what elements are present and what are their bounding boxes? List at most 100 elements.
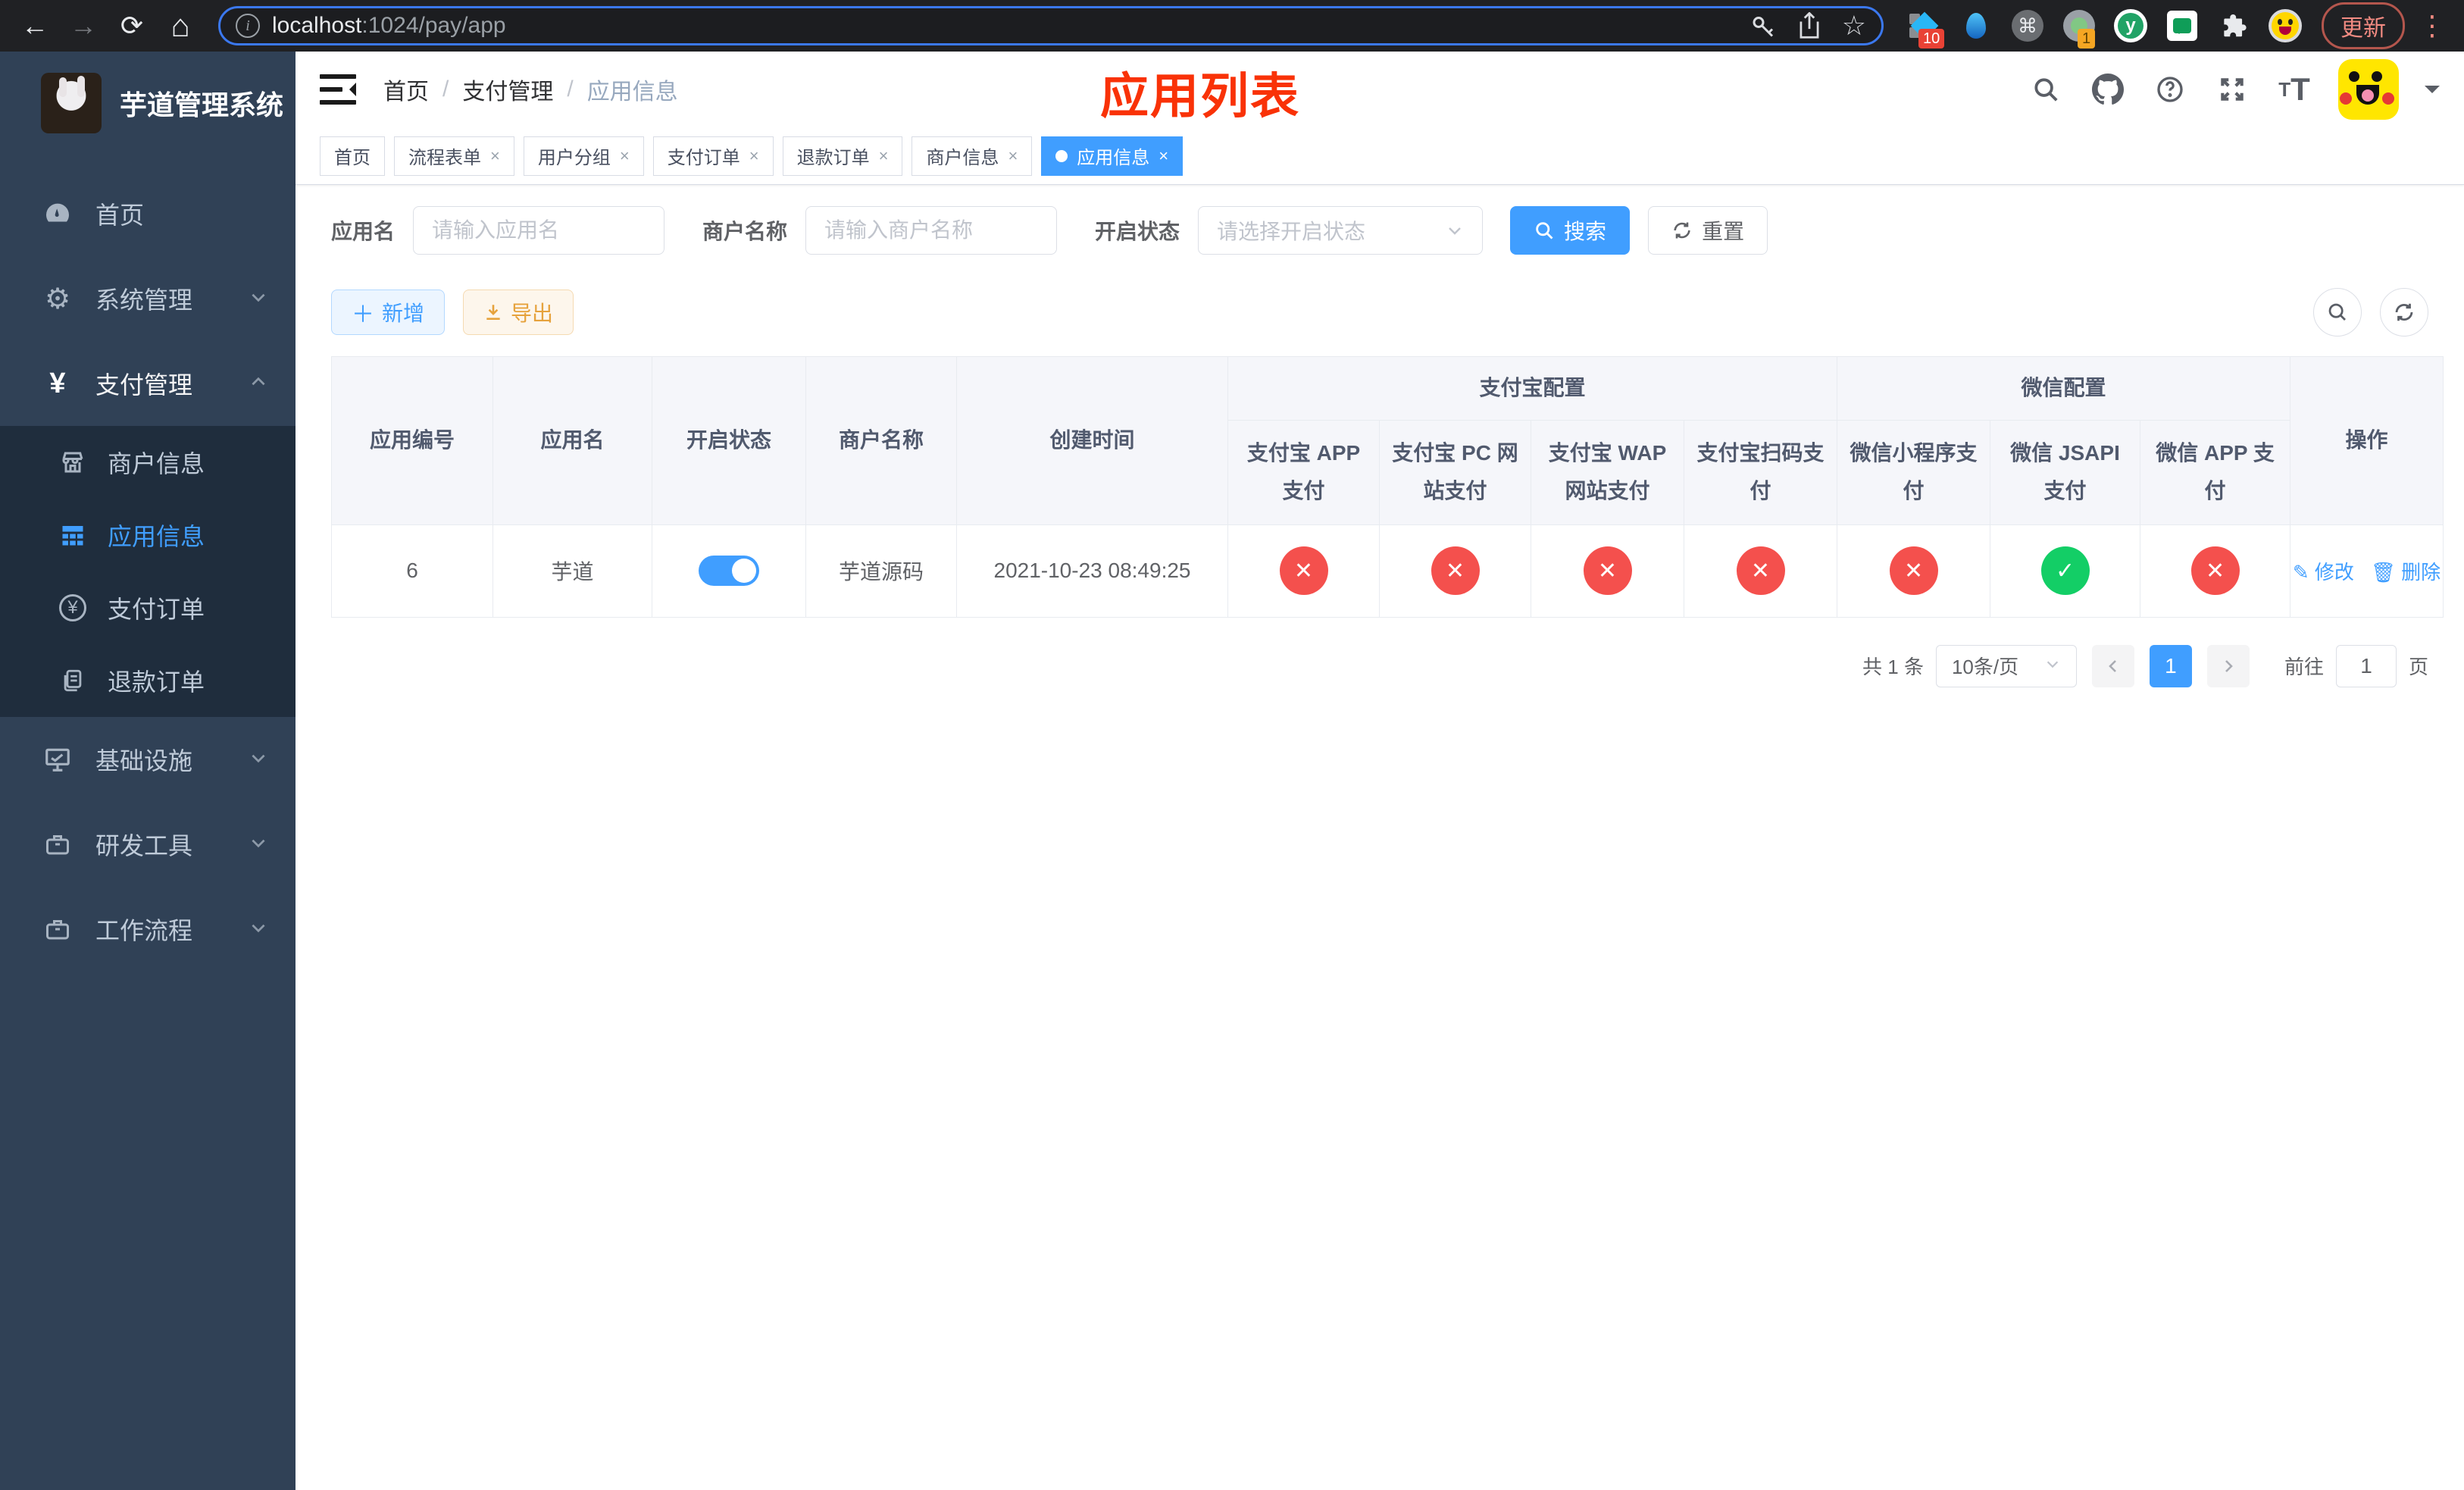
tag-app-info[interactable]: 应用信息 ×: [1041, 136, 1184, 176]
toggle-search-button[interactable]: [2313, 288, 2362, 337]
extension-y-icon[interactable]: y: [2114, 9, 2147, 42]
browser-update-button[interactable]: 更新: [2322, 2, 2405, 49]
sidebar-item-system[interactable]: ⚙ 系统管理: [0, 256, 295, 341]
status-cross-icon: ✕: [1431, 546, 1480, 596]
status-check-icon: ✓: [2040, 546, 2090, 596]
col-header-wx-app: 微信 APP 支付: [2140, 420, 2291, 525]
extension-pin-badge: 10: [1918, 29, 1945, 49]
cell-app-id: 6: [331, 524, 493, 618]
github-icon[interactable]: [2090, 71, 2126, 108]
browser-forward-icon[interactable]: →: [62, 5, 105, 47]
col-header-created: 创建时间: [956, 356, 1228, 525]
sidebar-item-payment[interactable]: ¥ 支付管理: [0, 341, 295, 426]
bookmark-star-icon[interactable]: ☆: [1842, 10, 1866, 42]
password-key-icon[interactable]: [1750, 12, 1777, 39]
extension-emoji-icon[interactable]: [2269, 9, 2302, 42]
close-icon[interactable]: ×: [879, 146, 889, 166]
close-icon[interactable]: ×: [749, 146, 759, 166]
search-button[interactable]: 搜索: [1510, 206, 1631, 255]
sidebar-item-workflow[interactable]: 工作流程: [0, 887, 295, 972]
browser-back-icon[interactable]: ←: [14, 5, 56, 47]
reset-button[interactable]: 重置: [1648, 206, 1768, 255]
export-button[interactable]: 导出: [463, 290, 574, 335]
search-form: 应用名 商户名称 开启状态 请选择开启状态 搜索 重置: [331, 206, 2428, 255]
browser-menu-icon[interactable]: ⋮: [2419, 10, 2446, 42]
font-size-icon[interactable]: TT: [2276, 71, 2312, 108]
chevron-down-icon: [249, 746, 268, 774]
col-header-alipay-qr: 支付宝扫码支付: [1683, 420, 1838, 525]
col-header-app-id: 应用编号: [331, 356, 493, 525]
breadcrumb-payment[interactable]: 支付管理: [462, 73, 553, 106]
yen-circle-icon: ¥: [58, 593, 88, 623]
close-icon[interactable]: ×: [620, 146, 630, 166]
prev-page-button[interactable]: [2091, 644, 2134, 687]
url-host: localhost: [272, 13, 362, 38]
tag-refund-orders[interactable]: 退款订单 ×: [782, 136, 903, 176]
avatar[interactable]: [2338, 59, 2399, 120]
tag-home[interactable]: 首页: [320, 136, 385, 176]
page-number-button[interactable]: 1: [2149, 644, 2192, 687]
chevron-down-icon: [249, 285, 268, 313]
edit-link[interactable]: ✎ 修改: [2293, 557, 2354, 585]
chevron-down-icon: [249, 916, 268, 944]
sidebar-item-label: 支付订单: [108, 596, 205, 623]
cell-app-name: 芋道: [492, 524, 652, 618]
app-name-input[interactable]: [413, 206, 665, 255]
share-icon[interactable]: [1796, 12, 1822, 39]
sidebar-item-infrastructure[interactable]: 基础设施: [0, 717, 295, 802]
storefront-icon: [58, 447, 88, 477]
help-icon[interactable]: [2152, 71, 2188, 108]
sidebar-collapse-icon[interactable]: [320, 73, 356, 106]
cell-alipay-app: ✕: [1227, 524, 1380, 618]
extension-chat-icon[interactable]: [2165, 9, 2199, 42]
delete-link[interactable]: 🗑 删除: [2371, 557, 2441, 585]
sidebar-item-home[interactable]: 首页: [0, 171, 295, 256]
extension-balloon-icon[interactable]: [1959, 9, 1993, 42]
sidebar-item-label: 支付管理: [95, 371, 193, 399]
address-bar[interactable]: i localhost:1024/pay/app ☆: [218, 6, 1884, 45]
add-button[interactable]: ＋ 新增: [331, 290, 446, 335]
download-icon: [486, 305, 500, 320]
top-navbar: 首页 / 支付管理 / 应用信息 应用列表 T T: [295, 52, 2464, 127]
sidebar: 芋道管理系统 首页 ⚙ 系统管理 ¥ 支付管理 商户信息 应用信息 ¥ 支付订单…: [0, 52, 295, 1490]
sidebar-logo[interactable]: 芋道管理系统: [0, 52, 295, 152]
next-page-button[interactable]: [2206, 644, 2250, 687]
status-toggle[interactable]: [699, 556, 759, 587]
tag-pay-orders[interactable]: 支付订单 ×: [652, 136, 774, 176]
sidebar-item-pay-orders[interactable]: ¥ 支付订单: [0, 571, 295, 644]
table-row: 6 芋道 芋道源码 2021-10-23 08:49:25 ✕ ✕ ✕ ✕ ✕ …: [331, 524, 2444, 618]
sidebar-item-app-info[interactable]: 应用信息: [0, 499, 295, 571]
sidebar-item-refund-orders[interactable]: 退款订单: [0, 644, 295, 717]
extension-recorder-icon[interactable]: 1: [2062, 9, 2096, 49]
cell-wx-jsapi: ✓: [1990, 524, 2141, 618]
extension-pin-icon[interactable]: 10: [1908, 9, 1945, 49]
avatar-caret-icon[interactable]: [2425, 86, 2440, 101]
sidebar-item-label: 系统管理: [95, 286, 193, 314]
merchant-name-input[interactable]: [805, 206, 1058, 255]
extension-command-icon[interactable]: ⌘: [2011, 9, 2044, 42]
tag-process-form[interactable]: 流程表单 ×: [394, 136, 514, 176]
goto-page-input[interactable]: [2335, 644, 2397, 687]
sidebar-item-merchant-info[interactable]: 商户信息: [0, 426, 295, 499]
chevron-down-icon: [1449, 227, 1461, 235]
close-icon[interactable]: ×: [1008, 146, 1018, 166]
browser-reload-icon[interactable]: ⟳: [111, 5, 153, 47]
url-text[interactable]: localhost:1024/pay/app: [272, 13, 1737, 39]
refresh-table-button[interactable]: [2380, 288, 2428, 337]
tag-user-group[interactable]: 用户分组 ×: [523, 136, 644, 176]
status-select[interactable]: 请选择开启状态: [1198, 206, 1484, 255]
extensions-puzzle-icon[interactable]: [2217, 9, 2250, 42]
sidebar-item-dev-tools[interactable]: 研发工具: [0, 802, 295, 887]
tag-merchant-info[interactable]: 商户信息 ×: [911, 136, 1033, 176]
search-icon[interactable]: [2028, 71, 2064, 108]
close-icon[interactable]: ×: [1159, 146, 1168, 166]
sidebar-item-label: 应用信息: [108, 523, 205, 550]
browser-home-icon[interactable]: ⌂: [159, 5, 202, 47]
close-icon[interactable]: ×: [490, 146, 500, 166]
page-size-select[interactable]: 10条/页: [1935, 644, 2077, 687]
col-header-alipay-wap: 支付宝 WAP 网站支付: [1531, 420, 1684, 525]
fullscreen-icon[interactable]: [2214, 71, 2250, 108]
cell-merchant: 芋道源码: [805, 524, 957, 618]
site-info-icon[interactable]: i: [236, 14, 260, 38]
breadcrumb-home[interactable]: 首页: [383, 73, 429, 106]
